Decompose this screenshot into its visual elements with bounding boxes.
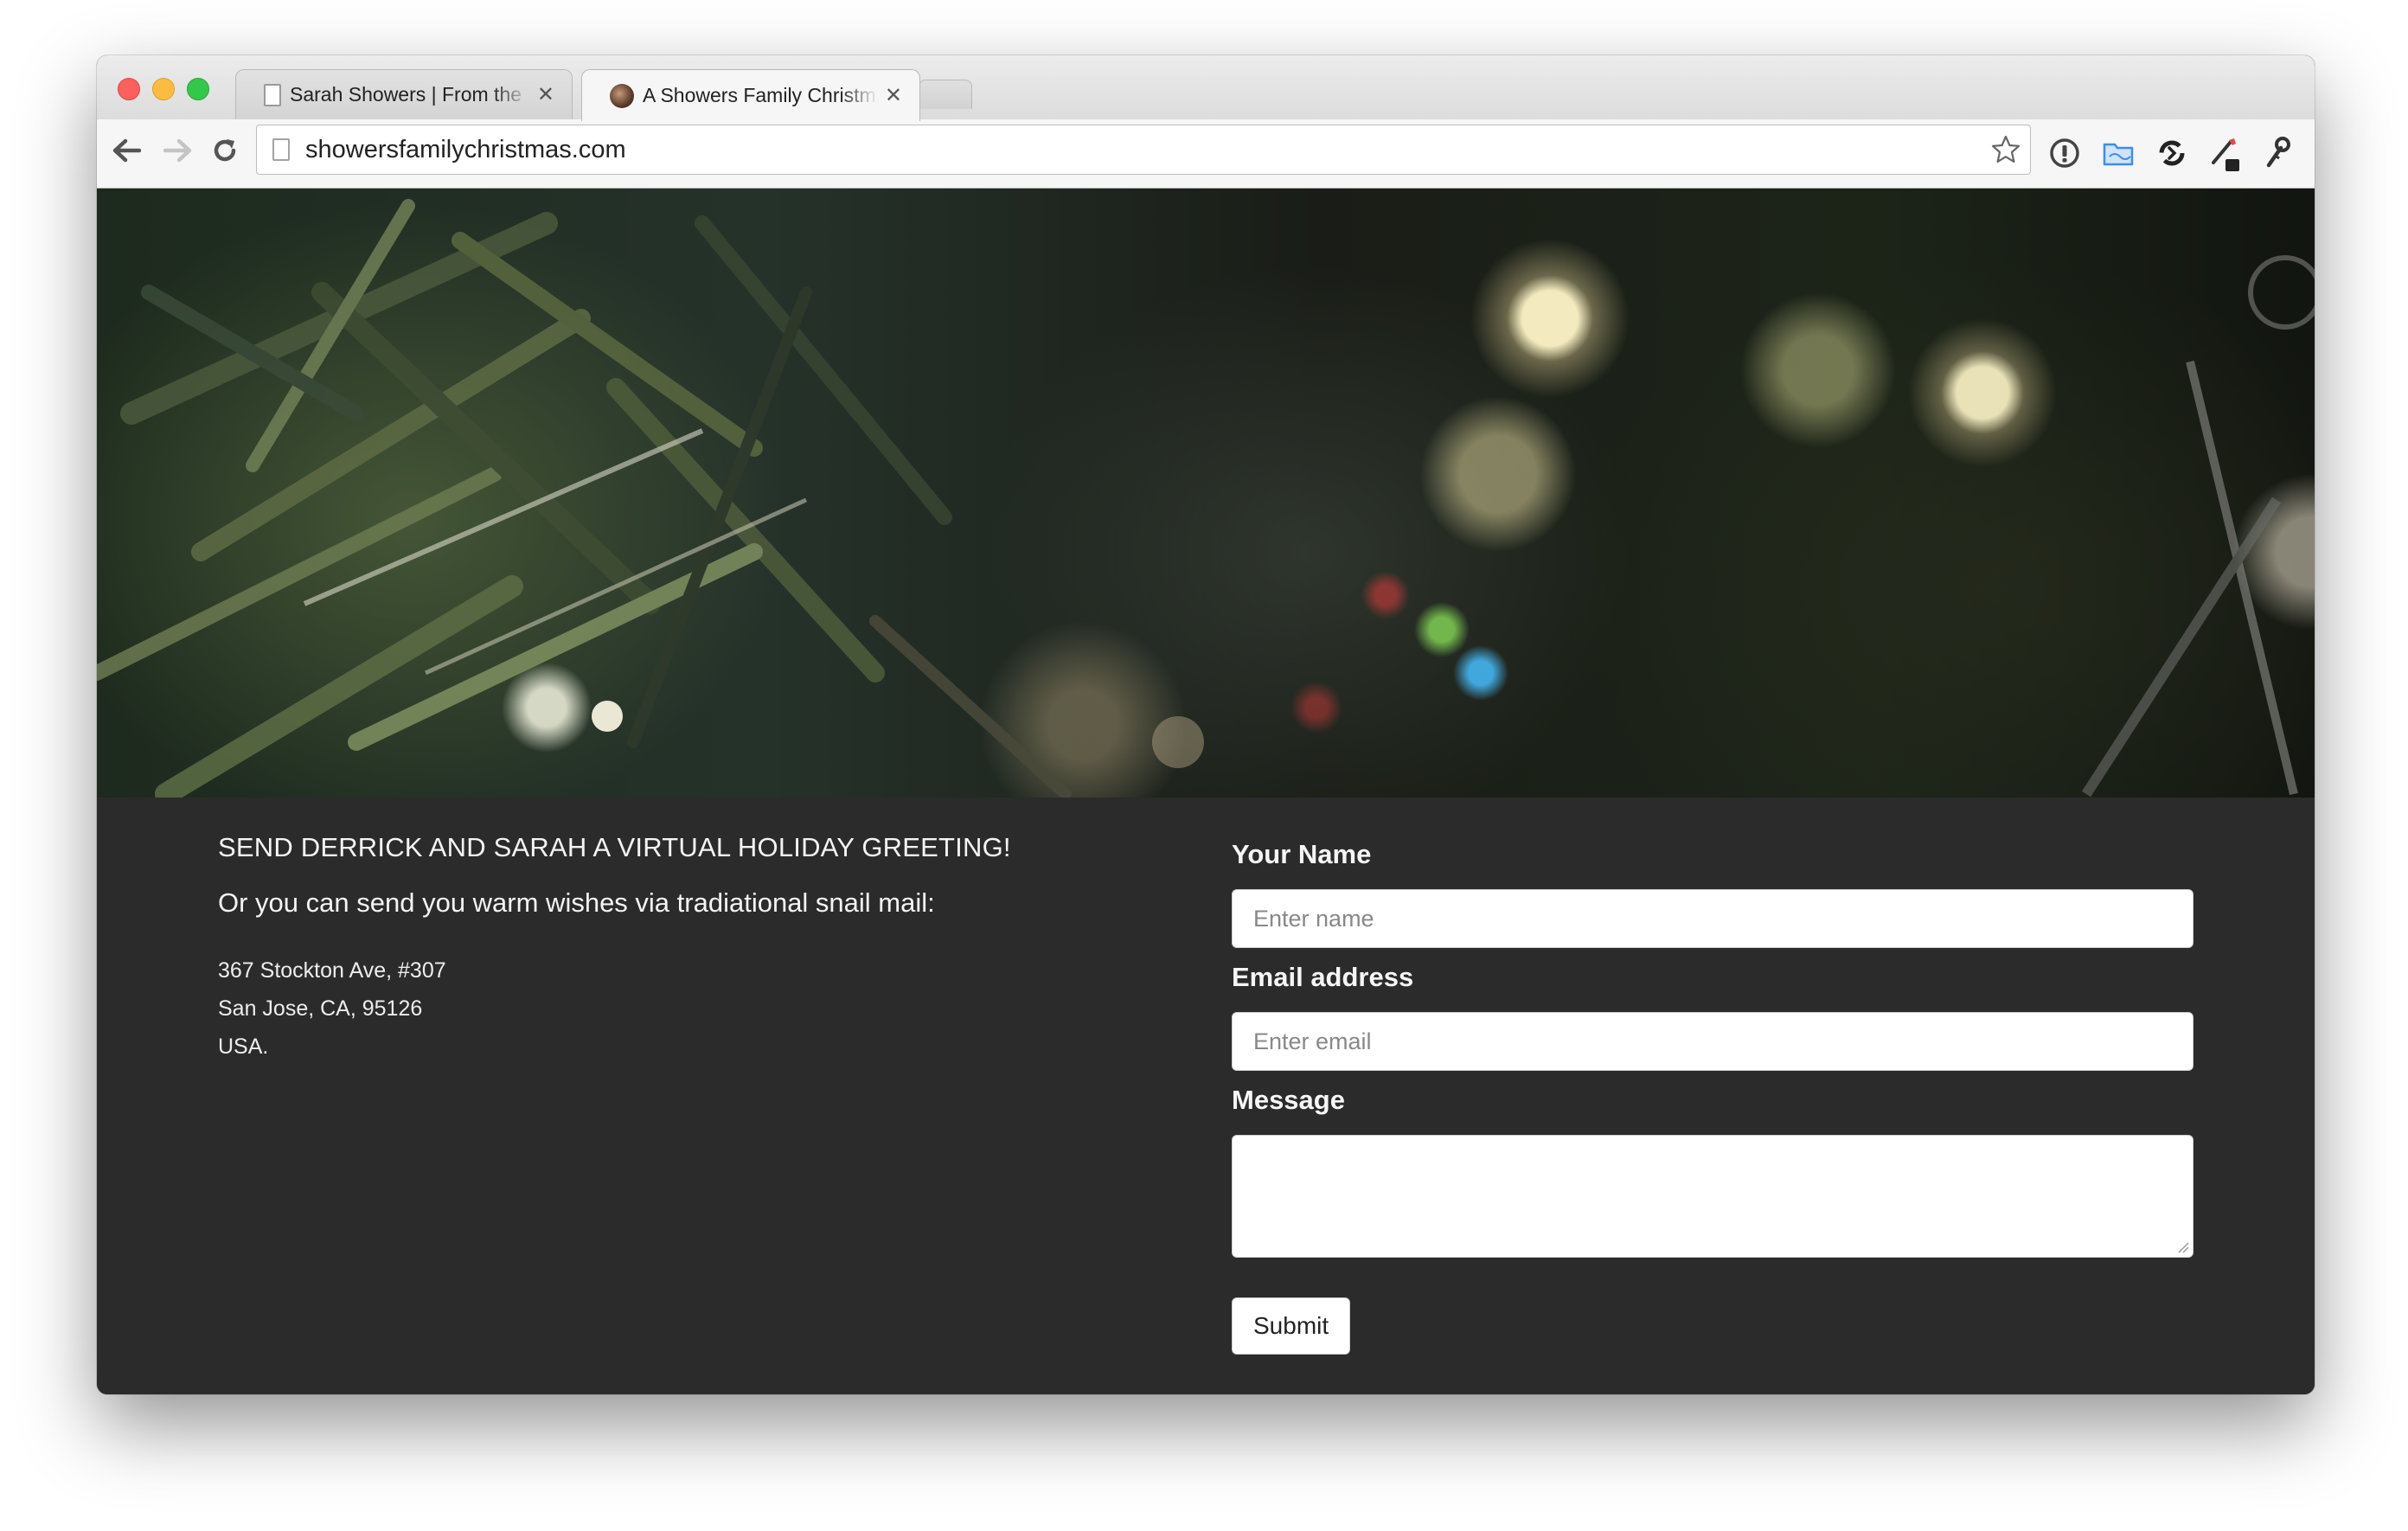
address-line-3: USA.	[218, 1035, 269, 1059]
pinterest-button[interactable]	[2313, 135, 2315, 171]
browser-window: Sarah Showers | From the ✕ A Showers Fam…	[97, 55, 2315, 1394]
close-tab-icon[interactable]: ✕	[537, 84, 554, 106]
tab-title: A Showers Family Christmas	[643, 84, 878, 106]
sync-icon	[2159, 140, 2185, 166]
zoom-window-button[interactable]	[187, 78, 209, 100]
bookmark-star-button[interactable]	[1989, 132, 2023, 167]
extension-eyedropper-button[interactable]	[2207, 135, 2244, 171]
page-icon	[272, 138, 290, 161]
eyedropper-icon	[2212, 138, 2239, 171]
email-label: Email address	[1232, 962, 1414, 992]
pinterest-icon	[2314, 136, 2315, 170]
reload-icon	[214, 139, 236, 162]
tab-sarah-showers[interactable]: Sarah Showers | From the ✕	[235, 69, 573, 119]
name-input[interactable]: Enter name	[1232, 889, 2193, 948]
hero-image	[97, 189, 2315, 798]
tab-title: Sarah Showers | From the	[290, 83, 530, 106]
wrench-icon	[2266, 137, 2290, 168]
back-button[interactable]	[109, 133, 144, 168]
extension-sync-button[interactable]	[2154, 135, 2190, 171]
greeting-section: SEND DERRICK AND SARAH A VIRTUAL HOLIDAY…	[97, 798, 2315, 1394]
tab-strip: Sarah Showers | From the ✕ A Showers Fam…	[97, 55, 2315, 121]
url-text[interactable]: showersfamilychristmas.com	[305, 136, 1989, 164]
email-input[interactable]: Enter email	[1232, 1012, 2193, 1071]
address-line-2: San Jose, CA, 95126	[218, 996, 423, 1021]
name-placeholder: Enter name	[1253, 905, 1374, 932]
extension-tools-button[interactable]	[2259, 135, 2296, 171]
close-window-button[interactable]	[118, 78, 140, 100]
browser-toolbar: showersfamilychristmas.com	[97, 119, 2315, 189]
reload-button[interactable]	[208, 133, 242, 168]
site-favicon-icon	[610, 83, 634, 108]
submit-button[interactable]: Submit	[1232, 1297, 1351, 1355]
tab-showers-family-christmas[interactable]: A Showers Family Christmas ✕	[581, 69, 920, 121]
message-label: Message	[1232, 1085, 1345, 1115]
email-placeholder: Enter email	[1253, 1028, 1372, 1054]
extension-folder-button[interactable]	[2100, 135, 2136, 171]
christmas-tree-lights-photo	[97, 199, 2315, 798]
address-line-1: 367 Stockton Ave, #307	[218, 958, 446, 983]
folder-icon	[2103, 143, 2134, 166]
arrow-right-icon	[163, 138, 192, 163]
close-tab-icon[interactable]: ✕	[885, 85, 902, 106]
mailing-address: 367 Stockton Ave, #307 San Jose, CA, 951…	[218, 951, 446, 1066]
extension-info-button[interactable]	[2046, 135, 2083, 171]
forward-button[interactable]	[161, 133, 195, 168]
snail-mail-text: Or you can send you warm wishes via trad…	[218, 887, 935, 918]
minimize-window-button[interactable]	[152, 78, 175, 100]
address-bar[interactable]: showersfamilychristmas.com	[256, 125, 2031, 175]
star-icon	[1991, 135, 2021, 163]
page-icon	[264, 83, 281, 106]
arrow-left-icon	[112, 138, 141, 163]
info-circle-icon	[2050, 138, 2079, 168]
new-tab-button[interactable]	[919, 80, 972, 109]
greeting-heading: SEND DERRICK AND SARAH A VIRTUAL HOLIDAY…	[218, 832, 1011, 862]
resize-grip-icon[interactable]	[2177, 1241, 2189, 1253]
message-textarea[interactable]	[1232, 1135, 2193, 1258]
name-label: Your Name	[1232, 839, 1372, 869]
